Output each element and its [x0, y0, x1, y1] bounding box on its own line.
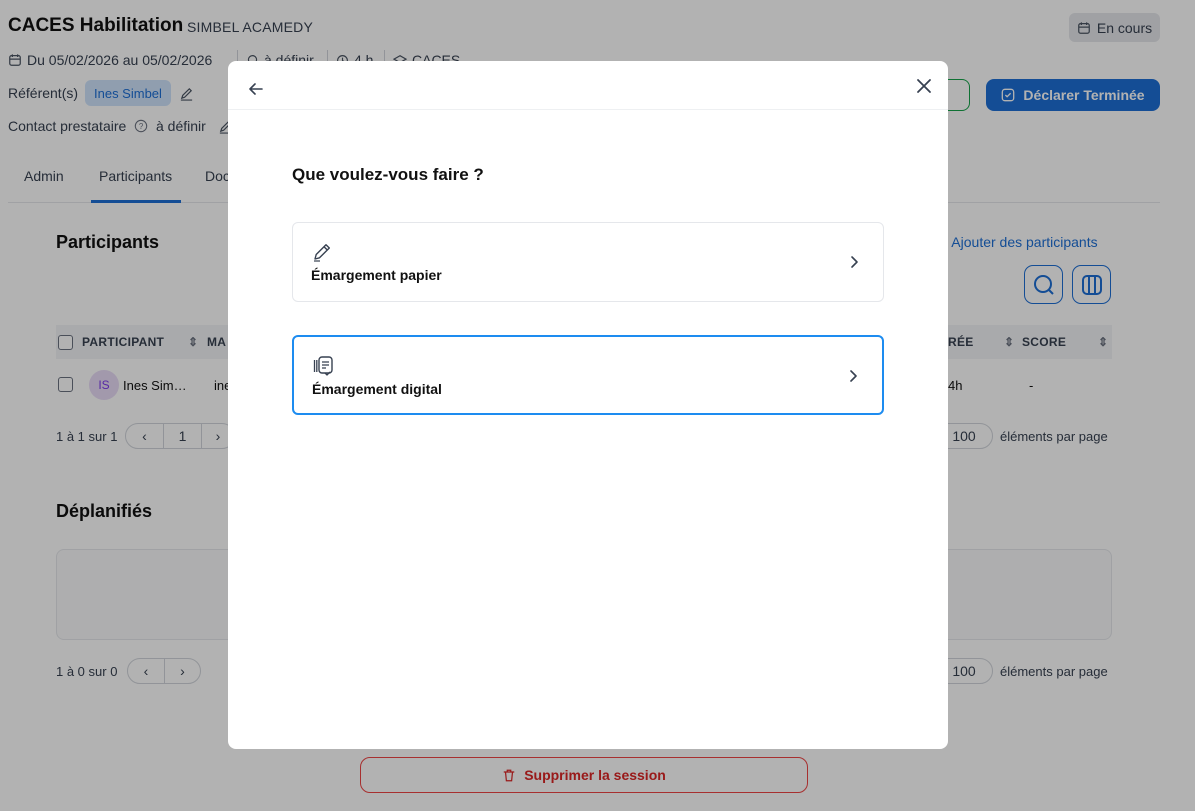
chevron-right-icon: [851, 256, 858, 268]
option-digital-signature[interactable]: Émargement digital: [292, 335, 884, 415]
modal-header-divider: [228, 109, 948, 110]
pen-icon: [314, 244, 330, 262]
back-arrow-icon[interactable]: [246, 79, 266, 99]
chevron-right-icon: [850, 370, 857, 382]
action-modal: Que voulez-vous faire ? Émargement papie…: [228, 61, 948, 749]
digital-signature-icon: [313, 356, 333, 376]
close-icon[interactable]: [913, 75, 935, 97]
option-label: Émargement papier: [311, 267, 442, 283]
modal-question: Que voulez-vous faire ?: [292, 165, 484, 184]
option-label: Émargement digital: [312, 381, 442, 397]
option-paper-signature[interactable]: Émargement papier: [292, 222, 884, 302]
